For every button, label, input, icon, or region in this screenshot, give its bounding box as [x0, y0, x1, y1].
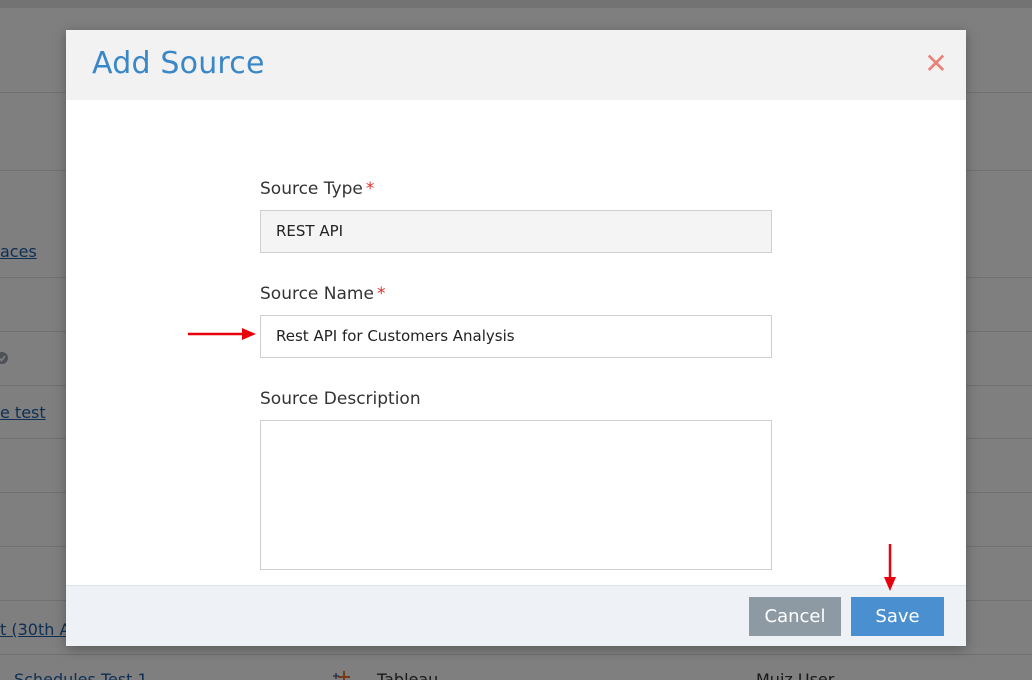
- dialog-header: Add Source ✕: [66, 30, 966, 100]
- source-type-field[interactable]: REST API: [260, 210, 772, 253]
- source-description-label: Source Description: [260, 389, 421, 409]
- source-name-label-text: Source Name: [260, 284, 374, 304]
- dialog-body: Source Type * REST API Source Name * Rest …: [66, 100, 966, 585]
- required-mark: *: [376, 284, 386, 304]
- cancel-button[interactable]: Cancel: [749, 597, 841, 636]
- dialog-footer: Cancel Save: [66, 585, 966, 646]
- source-name-label: Source Name *: [260, 284, 385, 304]
- annotation-arrow-right-icon: [188, 328, 256, 340]
- required-mark: *: [365, 179, 375, 199]
- source-description-textarea[interactable]: [260, 420, 772, 570]
- source-type-label-text: Source Type: [260, 179, 363, 199]
- source-description-label-text: Source Description: [260, 389, 421, 409]
- dialog-title: Add Source: [92, 46, 265, 81]
- close-icon[interactable]: ✕: [924, 50, 948, 78]
- source-name-input[interactable]: Rest API for Customers Analysis: [260, 315, 772, 358]
- save-button[interactable]: Save: [851, 597, 944, 636]
- annotation-arrow-down-icon: [884, 544, 896, 591]
- source-type-label: Source Type *: [260, 179, 374, 199]
